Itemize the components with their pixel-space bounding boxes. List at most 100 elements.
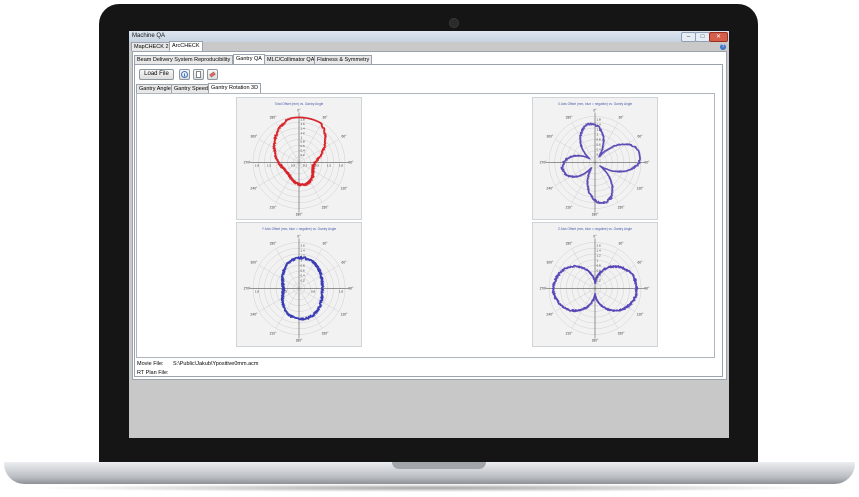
angle-label: 180° [592, 339, 600, 343]
angle-label: 150° [322, 206, 330, 210]
radial-label: 1.8 [597, 118, 602, 122]
help-icon[interactable]: ? [720, 44, 726, 50]
y-axis-offset-plot: Y Axis Offset (mm, blue = negative) vs. … [236, 222, 362, 347]
angle-label: 0° [297, 235, 301, 239]
document-icon [196, 71, 201, 78]
axis-value-label: 1.5 [267, 164, 272, 168]
angle-label: 330° [270, 115, 278, 119]
axis-value-label: 1.8 [255, 290, 260, 294]
maximize-button[interactable]: □ [695, 32, 710, 42]
radial-label: 1.4 [301, 126, 306, 130]
axis-value-label: 0.3 [303, 164, 308, 168]
grid-spoke [259, 288, 300, 312]
window-titlebar: Machine QA – □ ✕ [129, 31, 729, 42]
angle-label: 60° [638, 261, 644, 265]
eraser-button[interactable] [207, 69, 218, 80]
angle-label: 300° [251, 135, 259, 139]
arccheck-panel: Beam Delivery System Reproducibility Gan… [132, 51, 727, 380]
radial-label: 1.6 [301, 244, 306, 248]
angle-label: 120° [341, 187, 349, 191]
angle-label: 300° [547, 135, 555, 139]
window-title: Machine QA [132, 33, 166, 39]
angle-label: 240° [547, 187, 555, 191]
radial-label: 1.2 [597, 254, 602, 258]
grid-spoke [555, 265, 596, 289]
angle-label: 270° [244, 161, 252, 165]
angle-label: 60° [342, 261, 348, 265]
z-axis-offset-plot: Z Axis Offset (mm, blue = negative) vs. … [532, 222, 658, 347]
tab-gantry-angle[interactable]: Gantry Angle [136, 84, 174, 93]
angle-label: 210° [566, 206, 574, 210]
tab-gantry-rotation-3d[interactable]: Gantry Rotation 3D [208, 83, 262, 93]
angle-label: 0° [297, 109, 301, 113]
grid-spoke [259, 139, 300, 163]
eraser-icon [209, 71, 216, 78]
plot-title: Total Offset (mm) vs. Gantry Angle [275, 102, 324, 106]
radial-label: 0.8 [597, 138, 602, 142]
gantry-rotation-panel: Total Offset (mm) vs. Gantry Angle 0° 30° 6… [136, 93, 715, 358]
radial-label: 1.2 [301, 131, 306, 135]
axis-value-label: 1.8 [255, 164, 260, 168]
angle-label: 60° [342, 135, 348, 139]
angle-label: 300° [251, 261, 259, 265]
angle-label: 300° [547, 261, 555, 265]
radial-label: 0.2 [301, 279, 306, 283]
angle-label: 90° [349, 161, 355, 165]
grid-spoke [275, 288, 300, 329]
angle-label: 120° [341, 313, 349, 317]
angle-label: 210° [270, 206, 278, 210]
camera-icon [449, 18, 459, 28]
angle-label: 240° [251, 187, 259, 191]
plot-title: Y Axis Offset (mm, blue = negative) vs. … [262, 227, 336, 231]
radial-label: 1 [597, 133, 599, 137]
grid-spoke [594, 265, 635, 289]
close-button[interactable]: ✕ [709, 32, 728, 42]
tab-flatness-symmetry[interactable]: Flatness & Symmetry [314, 55, 373, 64]
gantry-qa-panel: Load File Gantry Angle Gantry Speed Gant… [134, 64, 723, 377]
x-axis-offset-plot: X Axis Offset (mm, blue = negative) vs. … [532, 97, 658, 220]
load-file-button[interactable]: Load File [139, 69, 174, 80]
axis-value-label: 0.3 [291, 164, 296, 168]
tab-mlc-collimator-qa[interactable]: MLC/Collimator QA [264, 55, 318, 64]
tab-gantry-speed[interactable]: Gantry Speed [171, 84, 211, 93]
radial-label: 0.8 [301, 264, 306, 268]
angle-label: 60° [638, 135, 644, 139]
angle-label: 240° [251, 313, 259, 317]
angle-label: 270° [540, 161, 548, 165]
tab-beam-delivery[interactable]: Beam Delivery System Reproducibility [134, 55, 234, 64]
angle-label: 150° [322, 332, 330, 336]
angle-label: 210° [270, 332, 278, 336]
laptop-notch [392, 462, 486, 469]
angle-label: 120° [637, 187, 645, 191]
total-offset-plot: Total Offset (mm) vs. Gantry Angle 0° 30° 6… [236, 97, 362, 220]
minimize-button[interactable]: – [681, 32, 696, 42]
axis-value-label: 1.5 [327, 164, 332, 168]
grid-spoke [594, 288, 635, 312]
tab-mapcheck2[interactable]: MapCHECK 2 [131, 42, 172, 51]
tab-arccheck[interactable]: ArcCHECK [169, 41, 203, 51]
radial-label: 1.6 [597, 244, 602, 248]
app-body: MapCHECK 2 ArcCHECK ? Beam Delivery Syst… [129, 41, 729, 438]
radial-label: 0.6 [301, 144, 306, 148]
grid-spoke [275, 248, 300, 289]
angle-label: 150° [618, 332, 626, 336]
angle-label: 120° [637, 313, 645, 317]
angle-label: 90° [645, 161, 651, 165]
document-button[interactable] [193, 69, 204, 80]
movie-file-value: S:\Public\Jakub\Ypositive0mm.acm [173, 361, 259, 367]
angle-label: 30° [323, 115, 329, 119]
angle-label: 270° [244, 287, 252, 291]
info-button[interactable] [179, 69, 190, 80]
radial-label: 0.8 [301, 140, 306, 144]
angle-label: 150° [618, 206, 626, 210]
angle-label: 330° [566, 115, 574, 119]
plot-title: Z Axis Offset (mm, blue = negative) vs. … [558, 227, 632, 231]
offset-curve-noise [561, 123, 642, 205]
radial-label: 0.4 [597, 148, 602, 152]
angle-label: 210° [566, 332, 574, 336]
tab-gantry-qa[interactable]: Gantry QA [233, 54, 265, 64]
angle-label: 30° [619, 241, 625, 245]
radial-label: 0.4 [301, 149, 306, 153]
angle-label: 180° [592, 213, 600, 217]
angle-label: 180° [296, 213, 304, 217]
